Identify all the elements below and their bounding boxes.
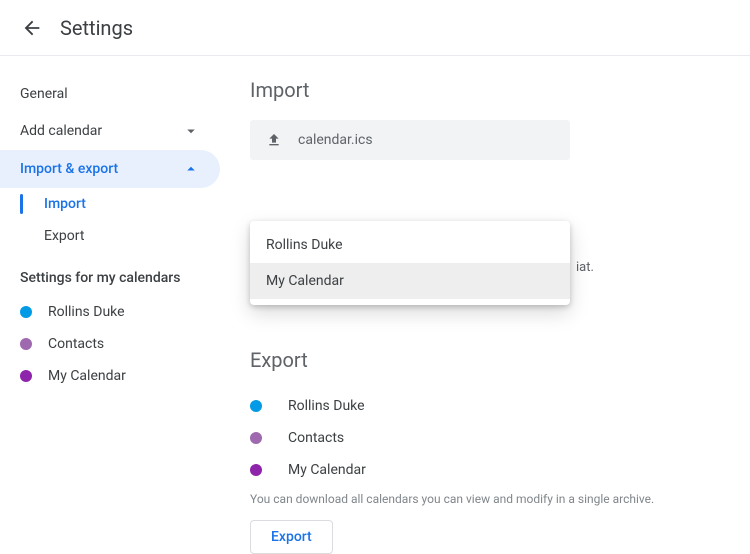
sidebar-item-label: Import & export [20, 161, 118, 177]
calendar-color-dot [250, 464, 262, 476]
sidebar-sub-import[interactable]: Import [0, 188, 250, 220]
sidebar-sub-export[interactable]: Export [0, 220, 250, 252]
sidebar-calendar-item[interactable]: Rollins Duke [0, 296, 250, 328]
sidebar-calendar-item[interactable]: My Calendar [0, 360, 250, 392]
file-select-row[interactable]: calendar.ics [250, 120, 570, 160]
calendar-label: My Calendar [48, 368, 126, 384]
sidebar-item-import-export[interactable]: Import & export [0, 150, 220, 188]
chevron-up-icon [182, 160, 200, 178]
dropdown-option[interactable]: My Calendar [250, 263, 570, 299]
calendar-color-dot [20, 370, 32, 382]
file-name: calendar.ics [298, 132, 373, 148]
calendar-color-dot [20, 338, 32, 350]
dropdown-option-label: My Calendar [266, 273, 344, 289]
upload-icon [266, 132, 282, 148]
calendar-label: Rollins Duke [288, 398, 365, 414]
page-title: Settings [60, 16, 133, 40]
calendar-label: Rollins Duke [48, 304, 125, 320]
import-section-title: Import [250, 78, 720, 102]
sidebar-item-add-calendar[interactable]: Add calendar [0, 112, 220, 150]
sidebar-item-label: Add calendar [20, 123, 102, 139]
truncated-hint-text: iat. [576, 260, 594, 275]
sidebar-item-label: General [20, 86, 68, 102]
chevron-down-icon [182, 122, 200, 140]
sidebar-calendars-heading: Settings for my calendars [0, 252, 250, 296]
button-label: Export [271, 529, 312, 545]
export-calendar-item: Rollins Duke [250, 390, 720, 422]
export-button[interactable]: Export [250, 520, 333, 554]
sidebar-calendar-item[interactable]: Contacts [0, 328, 250, 360]
back-button[interactable] [12, 8, 52, 48]
calendar-color-dot [250, 432, 262, 444]
export-calendar-item: Contacts [250, 422, 720, 454]
export-section-title: Export [250, 348, 720, 372]
calendar-label: Contacts [288, 430, 344, 446]
main-panel: Import calendar.ics iat. Rollins Duke My… [250, 56, 750, 508]
calendar-label: My Calendar [288, 462, 366, 478]
export-calendar-item: My Calendar [250, 454, 720, 486]
dropdown-option[interactable]: Rollins Duke [250, 227, 570, 263]
calendar-color-dot [20, 306, 32, 318]
sidebar-item-general[interactable]: General [0, 76, 220, 112]
export-hint-text: You can download all calendars you can v… [250, 492, 720, 506]
dropdown-option-label: Rollins Duke [266, 237, 343, 253]
export-calendar-list: Rollins Duke Contacts My Calendar [250, 390, 720, 486]
arrow-left-icon [21, 17, 43, 39]
sidebar-sub-label: Export [44, 228, 84, 244]
calendar-label: Contacts [48, 336, 104, 352]
sidebar: General Add calendar Import & export Imp… [0, 56, 250, 508]
calendar-color-dot [250, 400, 262, 412]
header: Settings [0, 0, 750, 56]
calendar-dropdown-menu: Rollins Duke My Calendar [250, 221, 570, 305]
sidebar-sub-label: Import [44, 196, 86, 212]
